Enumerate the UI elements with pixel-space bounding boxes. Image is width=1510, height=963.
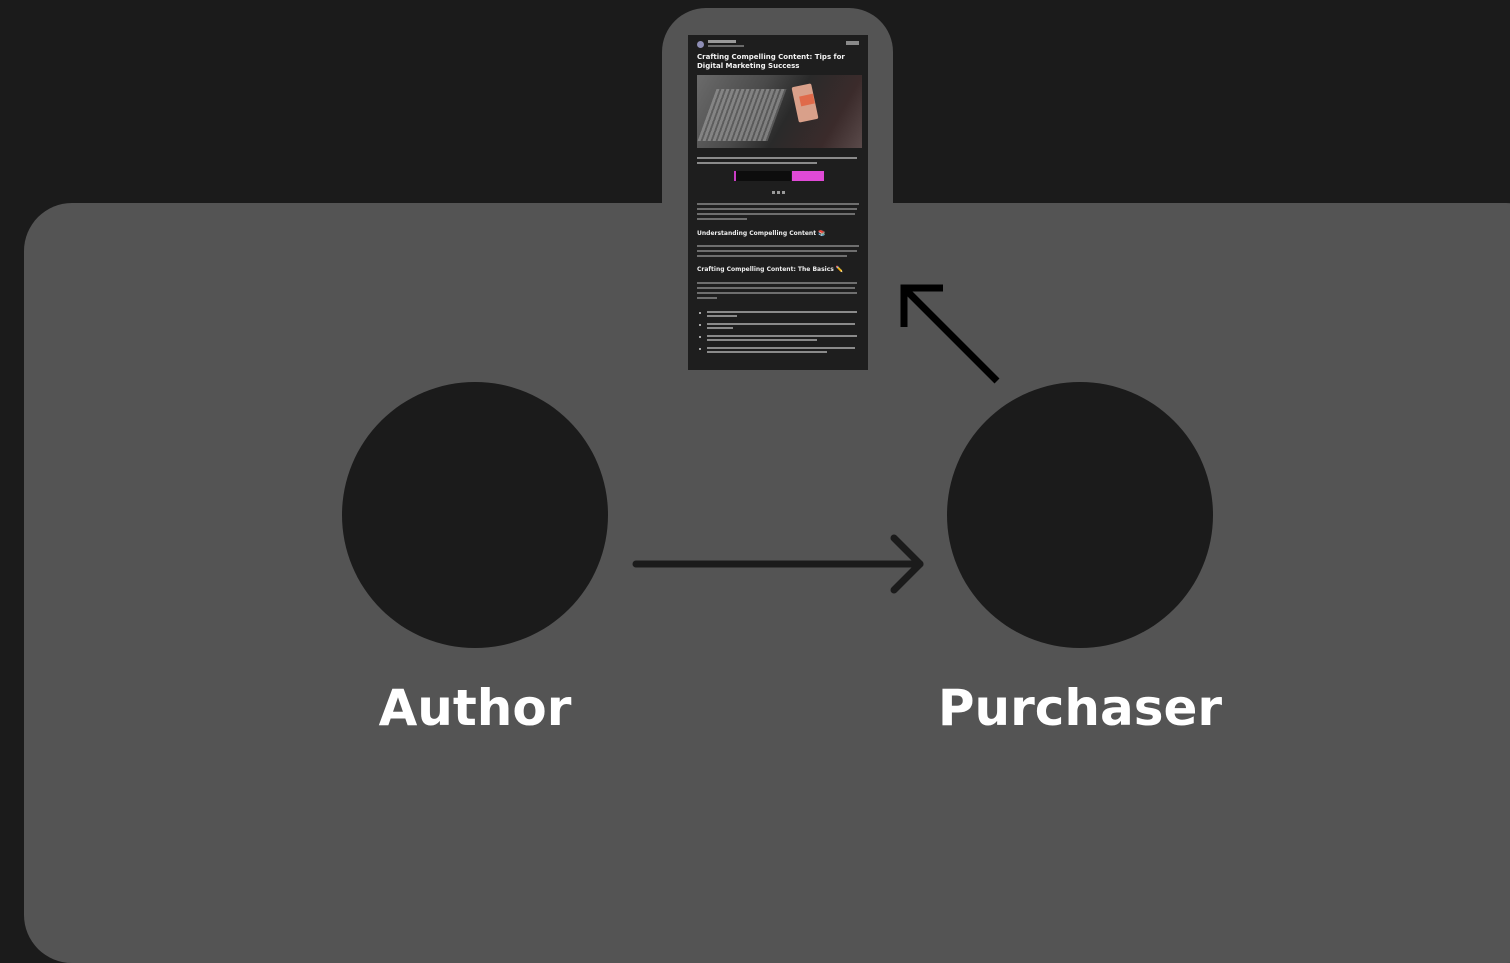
diagram-arrows — [632, 284, 1000, 594]
arrow-purchaser-to-article — [900, 284, 1000, 384]
arrow-author-to-purchaser — [632, 534, 924, 594]
